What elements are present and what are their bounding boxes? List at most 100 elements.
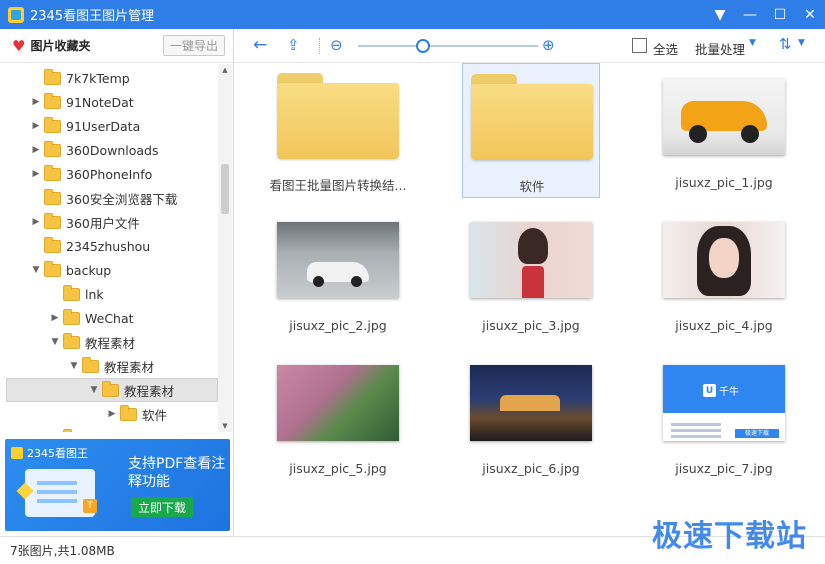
zoom-slider-thumb[interactable] bbox=[415, 39, 430, 53]
window-controls: ▼ — ☐ ✕ bbox=[705, 0, 825, 29]
folder-icon bbox=[44, 140, 61, 157]
image-tile[interactable]: U 千牛 极速下载 jisuxz_pic_7.jpg bbox=[655, 349, 793, 484]
ad-brand: 2345看图王 bbox=[11, 445, 88, 461]
tree-item[interactable]: 360安全浏览器下载 bbox=[6, 186, 218, 210]
tree-item[interactable]: ▶软件 bbox=[6, 426, 218, 432]
image-tile[interactable]: jisuxz_pic_2.jpg bbox=[269, 206, 407, 341]
collapse-arrow-icon[interactable]: ▼ bbox=[30, 265, 42, 275]
chevron-down-icon[interactable]: ▼ bbox=[705, 0, 735, 29]
tree-item-label: 91UserData bbox=[66, 118, 141, 134]
close-icon[interactable]: ✕ bbox=[795, 0, 825, 29]
tree-item-label: 教程素材 bbox=[85, 335, 136, 351]
folder-icon bbox=[63, 308, 80, 325]
tree-item-label: 教程素材 bbox=[104, 359, 155, 375]
expand-arrow-icon[interactable]: ▶ bbox=[30, 97, 42, 107]
expand-arrow-icon[interactable]: ▶ bbox=[30, 121, 42, 131]
minimize-icon[interactable]: — bbox=[735, 0, 765, 29]
image-thumbnail bbox=[470, 222, 592, 298]
favorites-header: ♥ 图片收藏夹 一键导出 bbox=[0, 29, 233, 63]
tree-item[interactable]: ▶ WeChat bbox=[6, 306, 218, 330]
ad-download-button[interactable]: 立即下载 bbox=[131, 497, 193, 517]
back-arrow-icon[interactable]: ← bbox=[253, 37, 267, 54]
image-tile[interactable]: jisuxz_pic_6.jpg bbox=[462, 349, 600, 484]
image-tile[interactable]: jisuxz_pic_1.jpg bbox=[655, 63, 793, 198]
expand-arrow-icon[interactable]: ▶ bbox=[106, 409, 118, 419]
tree-item[interactable]: ▼ 教程素材 bbox=[6, 378, 218, 402]
tree-item-label: 软件 bbox=[85, 429, 110, 433]
toolbar-divider bbox=[319, 38, 320, 54]
ad-headline: 支持PDF查看注释功能 bbox=[128, 456, 226, 490]
tree-item-label: WeChat bbox=[85, 310, 134, 326]
tree-item[interactable]: ▶软件 bbox=[6, 402, 218, 426]
folder-tile[interactable]: 软件 bbox=[462, 63, 600, 198]
scroll-down-icon[interactable]: ▼ bbox=[218, 422, 232, 430]
tile-label: jisuxz_pic_4.jpg bbox=[675, 318, 773, 333]
tree-item-label: 教程素材 bbox=[124, 383, 175, 399]
large-folder-icon bbox=[277, 73, 399, 161]
ad-brand-label: 2345看图王 bbox=[27, 447, 88, 460]
tree-item[interactable]: ▼ backup bbox=[6, 258, 218, 282]
app-download-label: 极速下载 bbox=[735, 429, 779, 438]
folder-icon bbox=[120, 404, 137, 421]
sort-dropdown-icon[interactable]: ▼ bbox=[798, 38, 805, 48]
select-all-checkbox[interactable] bbox=[632, 38, 647, 53]
tree-item[interactable]: ▶ 91UserData bbox=[6, 114, 218, 138]
upload-folder-icon[interactable]: ⇪ bbox=[287, 37, 300, 54]
tree-item[interactable]: ▶ 91NoteDat bbox=[6, 90, 218, 114]
tree-item[interactable]: 7k7kTemp bbox=[6, 66, 218, 90]
tree-scrollbar[interactable]: ▲ ▼ bbox=[218, 64, 232, 432]
image-tile[interactable]: jisuxz_pic_5.jpg bbox=[269, 349, 407, 484]
tree-item-label: 360PhoneInfo bbox=[66, 166, 153, 182]
tree-item[interactable]: ▶ 360用户文件 bbox=[6, 210, 218, 234]
tree-item-label: 7k7kTemp bbox=[66, 70, 130, 86]
tree-item[interactable]: ▶ 360PhoneInfo bbox=[6, 162, 218, 186]
large-folder-icon bbox=[471, 74, 593, 162]
image-thumbnail bbox=[470, 365, 592, 441]
app-logo-icon bbox=[8, 6, 24, 23]
thumbnail-grid: 看图王批量图片转换结... 软件 jisuxz_pic_1.jpg jisuxz_pi… bbox=[235, 63, 825, 536]
tree-item[interactable]: lnk bbox=[6, 282, 218, 306]
select-all-label[interactable]: 全选 bbox=[653, 39, 678, 58]
ad-banner[interactable]: 2345看图王 T 支持PDF查看注释功能 立即下载 bbox=[5, 439, 230, 531]
heart-icon: ♥ bbox=[12, 36, 26, 55]
collapse-arrow-icon[interactable]: ▼ bbox=[88, 385, 100, 395]
image-tile[interactable]: jisuxz_pic_3.jpg bbox=[462, 206, 600, 341]
export-button[interactable]: 一键导出 bbox=[163, 35, 225, 56]
tile-label: jisuxz_pic_5.jpg bbox=[289, 461, 387, 476]
collapse-arrow-icon[interactable]: ▼ bbox=[68, 361, 80, 371]
maximize-icon[interactable]: ☐ bbox=[765, 0, 795, 29]
tile-label: 软件 bbox=[519, 179, 545, 194]
image-thumbnail: U 千牛 极速下载 bbox=[663, 365, 785, 441]
batch-process-button[interactable]: 批量处理 bbox=[695, 39, 745, 58]
zoom-slider[interactable] bbox=[358, 45, 538, 47]
tree-item-label: 2345zhushou bbox=[66, 238, 151, 254]
title-bar: 2345看图王图片管理 ▼ — ☐ ✕ bbox=[0, 0, 825, 29]
toolbar: ← ⇪ ⊖ ⊕ 全选 批量处理 ▼ ⇅ ▼ bbox=[235, 29, 825, 63]
expand-arrow-icon[interactable]: ▶ bbox=[30, 145, 42, 155]
tree-item[interactable]: ▼ 教程素材 bbox=[6, 354, 218, 378]
favorites-title: 图片收藏夹 bbox=[30, 39, 91, 53]
folder-tree: 7k7kTemp ▶ 91NoteDat ▶ 91UserData ▶ 360Downloa… bbox=[0, 64, 233, 432]
batch-dropdown-icon[interactable]: ▼ bbox=[749, 38, 756, 48]
scroll-up-icon[interactable]: ▲ bbox=[218, 66, 232, 74]
tree-item[interactable]: 2345zhushou bbox=[6, 234, 218, 258]
tree-item-label: backup bbox=[66, 262, 112, 278]
image-thumbnail bbox=[663, 222, 785, 298]
tree-item[interactable]: ▼ 教程素材 bbox=[6, 330, 218, 354]
image-thumbnail bbox=[277, 222, 399, 298]
tree-item[interactable]: ▶ 360Downloads bbox=[6, 138, 218, 162]
tree-item-label: 91NoteDat bbox=[66, 94, 134, 110]
collapse-arrow-icon[interactable]: ▼ bbox=[49, 337, 61, 347]
zoom-in-icon[interactable]: ⊕ bbox=[542, 37, 555, 54]
sort-icon[interactable]: ⇅ bbox=[779, 36, 792, 53]
folder-icon bbox=[44, 92, 61, 109]
expand-arrow-icon[interactable]: ▶ bbox=[30, 217, 42, 227]
expand-arrow-icon[interactable]: ▶ bbox=[49, 313, 61, 323]
scrollbar-thumb[interactable] bbox=[221, 164, 229, 214]
image-tile[interactable]: jisuxz_pic_4.jpg bbox=[655, 206, 793, 341]
expand-arrow-icon[interactable]: ▶ bbox=[30, 169, 42, 179]
tile-label: jisuxz_pic_2.jpg bbox=[289, 318, 387, 333]
zoom-out-icon[interactable]: ⊖ bbox=[330, 37, 343, 54]
folder-tile[interactable]: 看图王批量图片转换结... bbox=[269, 63, 407, 198]
watermark-logo: 极速下载站 bbox=[652, 519, 807, 554]
